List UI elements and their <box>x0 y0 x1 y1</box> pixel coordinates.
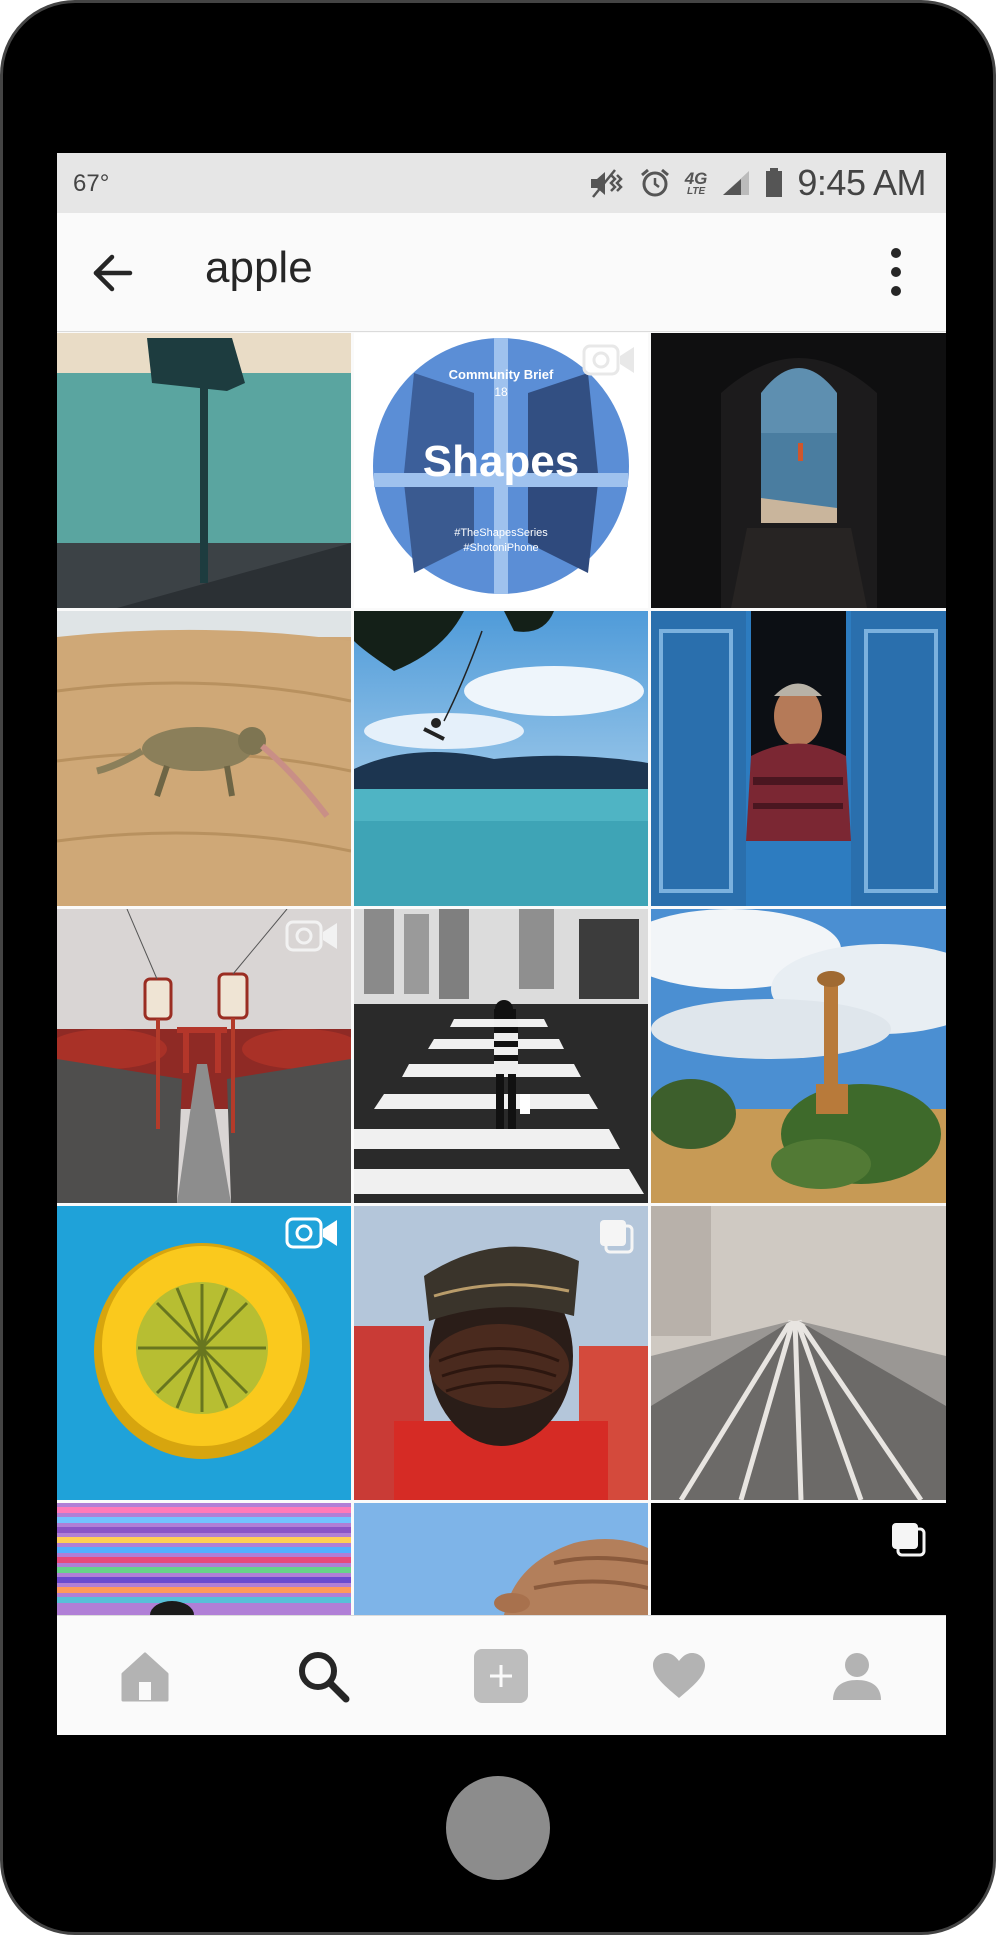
grid-tile-giraffe-savanna[interactable] <box>651 909 946 1203</box>
grid-tile-shapes-community-brief[interactable]: Community Brief 18 Shapes #TheShapesSeri… <box>354 333 648 608</box>
heart-icon <box>653 1653 705 1698</box>
video-icon <box>285 919 339 958</box>
grid-tile-hands-headscarf[interactable] <box>354 1206 648 1500</box>
status-bar: 67° 4G LTE 9:45 AM <box>57 153 946 213</box>
nav-home[interactable] <box>115 1646 175 1706</box>
shapes-hashtag-series: #TheShapesSeries <box>454 527 548 539</box>
page-title: apple <box>205 243 313 292</box>
bottom-nav <box>57 1615 946 1735</box>
grid-tile-rock-blue-sky[interactable] <box>354 1503 648 1615</box>
nav-search[interactable] <box>293 1646 353 1706</box>
add-icon <box>474 1649 528 1703</box>
grid-tile-man-blue-door[interactable] <box>651 611 946 906</box>
grid-tile-chameleon-sand[interactable] <box>57 611 351 906</box>
status-time: 9:45 AM <box>797 162 926 203</box>
back-button[interactable] <box>87 248 137 298</box>
search-icon <box>299 1652 350 1703</box>
signal-icon <box>721 169 751 197</box>
carousel-icon <box>888 1519 928 1564</box>
app-screen: 67° 4G LTE 9:45 AM apple Community Brief… <box>57 153 946 1735</box>
profile-icon <box>833 1653 881 1700</box>
nav-add[interactable] <box>471 1646 531 1706</box>
grid-tile-railway-tracks-fog[interactable] <box>651 1206 946 1500</box>
nav-activity[interactable] <box>649 1646 709 1706</box>
grid-tile-rainbow-stripes[interactable] <box>57 1503 351 1615</box>
grid-tile-melon-bowl[interactable] <box>57 1206 351 1500</box>
grid-tile-japanese-bridge-lanterns[interactable] <box>57 909 351 1203</box>
device-home-button[interactable] <box>446 1776 550 1880</box>
grid-tile-rope-swing-lake[interactable] <box>354 611 648 906</box>
phone-frame: 67° 4G LTE 9:45 AM apple Community Brief… <box>0 0 996 1935</box>
status-temperature: 67° <box>73 170 110 197</box>
battery-icon <box>765 168 783 198</box>
grid-tile-stone-arch-sea[interactable] <box>651 333 946 608</box>
grid-tile-black-carousel[interactable] <box>651 1503 946 1615</box>
network-label: 4G <box>684 168 708 188</box>
shapes-hashtag-iphone: #ShotoniPhone <box>463 542 539 554</box>
shapes-brief-number: 18 <box>494 385 508 399</box>
network-sub-label: LTE <box>686 185 706 197</box>
more-options-button[interactable] <box>876 245 916 299</box>
arrow-left-icon <box>93 254 133 292</box>
video-icon <box>285 1216 339 1255</box>
shapes-title: Shapes <box>422 437 580 486</box>
grid-tile-crosswalk-bw[interactable] <box>354 909 648 1203</box>
more-vertical-icon <box>891 248 901 296</box>
nav-profile[interactable] <box>827 1646 887 1706</box>
network-4g-lte-icon: 4G LTE <box>685 170 708 197</box>
grid-tile-teal-wall-shadow[interactable] <box>57 333 351 608</box>
video-icon <box>582 343 636 382</box>
alarm-icon <box>639 167 671 199</box>
home-icon <box>121 1652 169 1702</box>
app-bar: apple <box>57 213 946 332</box>
mute-vibrate-icon <box>589 167 625 199</box>
status-icons: 4G LTE 9:45 AM <box>589 161 926 205</box>
carousel-icon <box>596 1216 636 1261</box>
